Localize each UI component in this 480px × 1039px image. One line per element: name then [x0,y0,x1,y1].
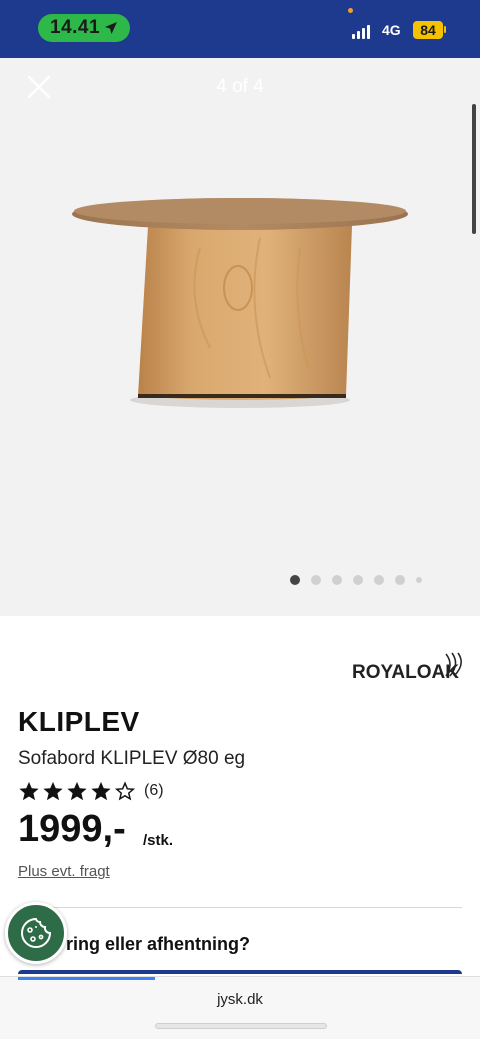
product-name: KLIPLEV [18,706,140,737]
gallery-counter: 4 of 4 [216,76,264,97]
home-indicator[interactable] [155,1023,327,1029]
pagination-dot[interactable] [395,575,405,585]
privacy-indicator [348,8,353,13]
battery-cap [444,26,446,33]
page-load-progress [18,977,155,980]
divider [18,907,462,908]
url-field[interactable]: jysk.dk [0,991,480,1008]
status-time: 14.41 [50,17,101,38]
image-gallery[interactable]: 4 of 4 [0,58,480,616]
price-unit: /stk. [143,832,174,849]
pagination-dot[interactable] [290,575,300,585]
product-image [72,198,408,408]
add-to-cart-button-edge[interactable] [18,970,462,974]
product-price: 1999,- [18,808,126,850]
pagination-dot[interactable] [332,575,342,585]
cookie-settings-button[interactable] [5,902,67,964]
pagination-dot[interactable] [416,577,422,583]
battery-level: 84 [420,22,436,38]
gallery-pagination[interactable] [290,575,422,585]
product-rating[interactable]: (6) [18,780,164,802]
svg-text:ROYALOAK: ROYALOAK [352,662,459,683]
battery-icon: 84 [413,21,443,39]
star-empty-icon [114,781,136,801]
star-filled-icon [91,781,111,801]
pagination-dot[interactable] [353,575,363,585]
status-bar: 14.41 4G 84 [0,0,480,58]
browser-bar: jysk.dk [0,976,480,1039]
scrollbar[interactable] [472,104,476,234]
page-root: 14.41 4G 84 4 of 4 ROYALOAK KLIPLEV Sofa… [0,0,480,1039]
location-arrow-icon [105,22,118,34]
star-filled-icon [43,781,63,801]
signal-bars-icon [352,25,370,39]
star-filled-icon [19,781,39,801]
time-pill: 14.41 [38,14,131,42]
pagination-dot[interactable] [374,575,384,585]
network-type: 4G [382,22,401,38]
delivery-question-text: ring eller afhentning? [66,934,251,954]
star-filled-icon [67,781,87,801]
pagination-dot[interactable] [311,575,321,585]
review-count[interactable]: (6) [144,782,164,800]
brand-logo[interactable]: ROYALOAK [350,650,466,684]
shipping-link[interactable]: Plus evt. fragt [18,863,110,880]
product-description: Sofabord KLIPLEV Ø80 eg [18,748,246,769]
cookie-icon [21,917,52,948]
